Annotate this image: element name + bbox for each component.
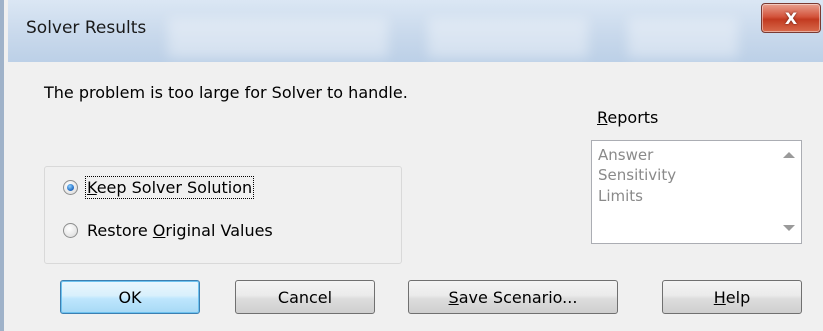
- status-message: The problem is too large for Solver to h…: [44, 83, 408, 102]
- restore-original-values-label: Restore Original Values: [87, 221, 273, 240]
- radio-unselected-icon[interactable]: [63, 223, 78, 238]
- scroll-up-arrow-icon[interactable]: [783, 152, 795, 158]
- restore-original-values-radio[interactable]: Restore Original Values: [63, 221, 273, 240]
- title-bar[interactable]: Solver Results X: [8, 0, 823, 62]
- save-scenario-button[interactable]: Save Scenario...: [408, 280, 618, 314]
- keep-solver-solution-radio[interactable]: Keep Solver Solution: [63, 176, 255, 199]
- cancel-button[interactable]: Cancel: [235, 280, 375, 314]
- reports-listbox[interactable]: Answer Sensitivity Limits: [591, 140, 802, 244]
- reports-label: Reports: [597, 108, 659, 127]
- scroll-down-arrow-icon[interactable]: [783, 225, 795, 231]
- solver-results-dialog: Solver Results X The problem is too larg…: [0, 0, 823, 331]
- close-icon: X: [784, 8, 798, 28]
- radio-selected-icon[interactable]: [63, 180, 78, 195]
- report-item-sensitivity[interactable]: Sensitivity: [598, 166, 676, 184]
- ok-button[interactable]: OK: [60, 280, 200, 314]
- report-item-limits[interactable]: Limits: [598, 187, 643, 205]
- window-title: Solver Results: [26, 18, 147, 38]
- keep-solver-solution-label: Keep Solver Solution: [84, 176, 255, 199]
- help-button[interactable]: Help: [662, 280, 802, 314]
- close-button[interactable]: X: [761, 3, 821, 33]
- report-item-answer[interactable]: Answer: [598, 146, 653, 164]
- reports-scrollbar[interactable]: [777, 141, 801, 243]
